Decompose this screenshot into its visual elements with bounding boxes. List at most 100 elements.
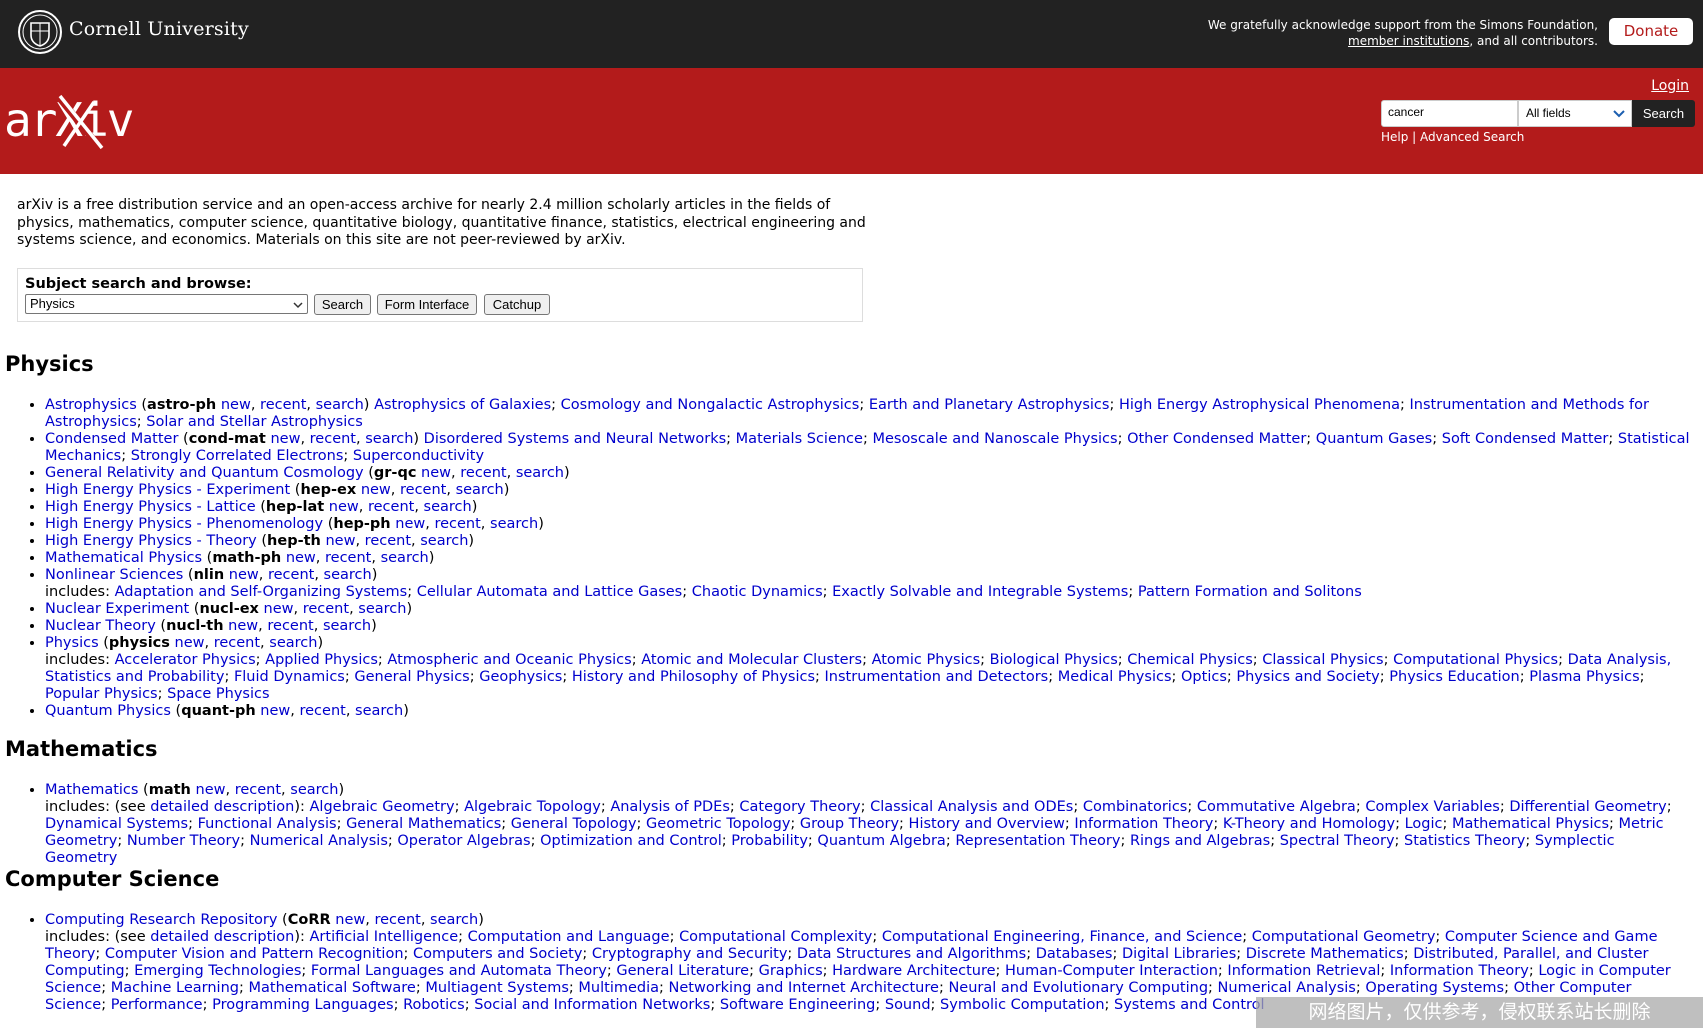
subcategory-link[interactable]: Popular Physics <box>45 686 158 702</box>
search-link[interactable]: search <box>358 601 406 617</box>
category-link[interactable]: Astrophysics <box>45 397 137 413</box>
search-link[interactable]: search <box>269 635 317 651</box>
subcategory-link[interactable]: Algebraic Topology <box>464 799 601 815</box>
subcategory-link[interactable]: Information Theory <box>1074 816 1213 832</box>
subcategory-link[interactable]: Biological Physics <box>990 652 1118 668</box>
search-input[interactable]: cancer <box>1381 100 1518 127</box>
subcategory-link[interactable]: Medical Physics <box>1058 669 1172 685</box>
subcategory-link[interactable]: Plasma Physics <box>1529 669 1639 685</box>
recent-link[interactable]: recent <box>235 782 281 798</box>
subcategory-link[interactable]: General Topology <box>511 816 637 832</box>
subcategory-link[interactable]: Multiagent Systems <box>425 980 569 996</box>
new-link[interactable]: new <box>325 533 355 549</box>
subcategory-link[interactable]: Geometric Topology <box>646 816 790 832</box>
subcategory-link[interactable]: Physics and Society <box>1236 669 1379 685</box>
subcategory-link[interactable]: Soft Condensed Matter <box>1442 431 1609 447</box>
subcategory-link[interactable]: Chaotic Dynamics <box>692 584 823 600</box>
subcategory-link[interactable]: Strongly Correlated Electrons <box>131 448 344 464</box>
subcategory-link[interactable]: Social and Information Networks <box>474 997 710 1013</box>
subcategory-link[interactable]: Materials Science <box>736 431 863 447</box>
cornell-university-name[interactable]: Cornell University <box>69 18 249 40</box>
category-link[interactable]: Mathematical Physics <box>45 550 202 566</box>
detailed-description-link[interactable]: detailed description <box>150 929 294 945</box>
subcategory-link[interactable]: Category Theory <box>739 799 860 815</box>
subcategory-link[interactable]: Disordered Systems and Neural Networks <box>424 431 727 447</box>
subcategory-link[interactable]: Neural and Evolutionary Computing <box>948 980 1208 996</box>
subcategory-link[interactable]: Computation and Language <box>468 929 670 945</box>
search-link[interactable]: search <box>516 465 564 481</box>
subcategory-link[interactable]: Databases <box>1036 946 1113 962</box>
search-link[interactable]: search <box>355 703 403 719</box>
subcategory-link[interactable]: Accelerator Physics <box>115 652 256 668</box>
search-link[interactable]: search <box>490 516 538 532</box>
subcategory-link[interactable]: Data Structures and Algorithms <box>797 946 1026 962</box>
new-link[interactable]: new <box>260 703 290 719</box>
subcategory-link[interactable]: Quantum Gases <box>1316 431 1432 447</box>
search-link[interactable]: search <box>420 533 468 549</box>
subcategory-link[interactable]: General Literature <box>616 963 749 979</box>
search-link[interactable]: search <box>424 499 472 515</box>
search-link[interactable]: search <box>456 482 504 498</box>
subcategory-link[interactable]: Optimization and Control <box>540 833 722 849</box>
subcategory-link[interactable]: Sound <box>885 997 931 1013</box>
subject-search-button[interactable]: Search <box>314 294 371 315</box>
help-link[interactable]: Help <box>1381 130 1408 144</box>
new-link[interactable]: new <box>221 397 251 413</box>
subcategory-link[interactable]: Statistics Theory <box>1404 833 1525 849</box>
subcategory-link[interactable]: Computers and Society <box>413 946 582 962</box>
subcategory-link[interactable]: Physics Education <box>1389 669 1519 685</box>
subcategory-link[interactable]: Computational Engineering, Finance, and … <box>882 929 1242 945</box>
subcategory-link[interactable]: Atomic and Molecular Clusters <box>641 652 862 668</box>
search-link[interactable]: search <box>323 618 371 634</box>
subcategory-link[interactable]: Probability <box>731 833 808 849</box>
subcategory-link[interactable]: Functional Analysis <box>198 816 337 832</box>
recent-link[interactable]: recent <box>434 516 480 532</box>
new-link[interactable]: new <box>175 635 205 651</box>
recent-link[interactable]: recent <box>325 550 371 566</box>
recent-link[interactable]: recent <box>268 567 314 583</box>
new-link[interactable]: new <box>228 618 258 634</box>
recent-link[interactable]: recent <box>267 618 313 634</box>
subcategory-link[interactable]: Applied Physics <box>265 652 378 668</box>
category-link[interactable]: Mathematics <box>45 782 138 798</box>
subcategory-link[interactable]: Space Physics <box>167 686 269 702</box>
category-link[interactable]: High Energy Physics - Lattice <box>45 499 256 515</box>
subcategory-link[interactable]: Mesoscale and Nanoscale Physics <box>872 431 1117 447</box>
header-search-button[interactable]: Search <box>1632 100 1695 127</box>
subcategory-link[interactable]: Performance <box>111 997 203 1013</box>
subcategory-link[interactable]: Formal Languages and Automata Theory <box>311 963 607 979</box>
login-link[interactable]: Login <box>1651 78 1689 94</box>
subcategory-link[interactable]: Group Theory <box>800 816 899 832</box>
subcategory-link[interactable]: Algebraic Geometry <box>310 799 455 815</box>
subcategory-link[interactable]: Machine Learning <box>111 980 239 996</box>
new-link[interactable]: new <box>329 499 359 515</box>
subcategory-link[interactable]: High Energy Astrophysical Phenomena <box>1119 397 1400 413</box>
subcategory-link[interactable]: Human-Computer Interaction <box>1005 963 1218 979</box>
subcategory-link[interactable]: Number Theory <box>127 833 240 849</box>
subcategory-link[interactable]: Computational Complexity <box>679 929 872 945</box>
subcategory-link[interactable]: Graphics <box>759 963 823 979</box>
subcategory-link[interactable]: Representation Theory <box>955 833 1120 849</box>
subcategory-link[interactable]: Differential Geometry <box>1509 799 1666 815</box>
new-link[interactable]: new <box>196 782 226 798</box>
subcategory-link[interactable]: Systems and Control <box>1114 997 1265 1013</box>
subcategory-link[interactable]: Numerical Analysis <box>250 833 388 849</box>
subcategory-link[interactable]: Discrete Mathematics <box>1246 946 1404 962</box>
category-link[interactable]: Nonlinear Sciences <box>45 567 183 583</box>
category-link[interactable]: High Energy Physics - Phenomenology <box>45 516 323 532</box>
subcategory-link[interactable]: Combinatorics <box>1083 799 1188 815</box>
subcategory-link[interactable]: Operator Algebras <box>397 833 530 849</box>
subcategory-link[interactable]: Cellular Automata and Lattice Gases <box>417 584 683 600</box>
subcategory-link[interactable]: Analysis of PDEs <box>610 799 730 815</box>
category-link[interactable]: Nuclear Theory <box>45 618 156 634</box>
subcategory-link[interactable]: Commutative Algebra <box>1197 799 1356 815</box>
subcategory-link[interactable]: Hardware Architecture <box>832 963 995 979</box>
member-institutions-link[interactable]: member institutions <box>1348 34 1469 48</box>
subcategory-link[interactable]: Computational Physics <box>1393 652 1558 668</box>
subcategory-link[interactable]: Adaptation and Self-Organizing Systems <box>115 584 408 600</box>
new-link[interactable]: new <box>421 465 451 481</box>
search-field-select[interactable]: All fields <box>1518 100 1632 127</box>
category-link[interactable]: Quantum Physics <box>45 703 171 719</box>
subcategory-link[interactable]: Mathematical Software <box>248 980 415 996</box>
subcategory-link[interactable]: General Mathematics <box>346 816 501 832</box>
